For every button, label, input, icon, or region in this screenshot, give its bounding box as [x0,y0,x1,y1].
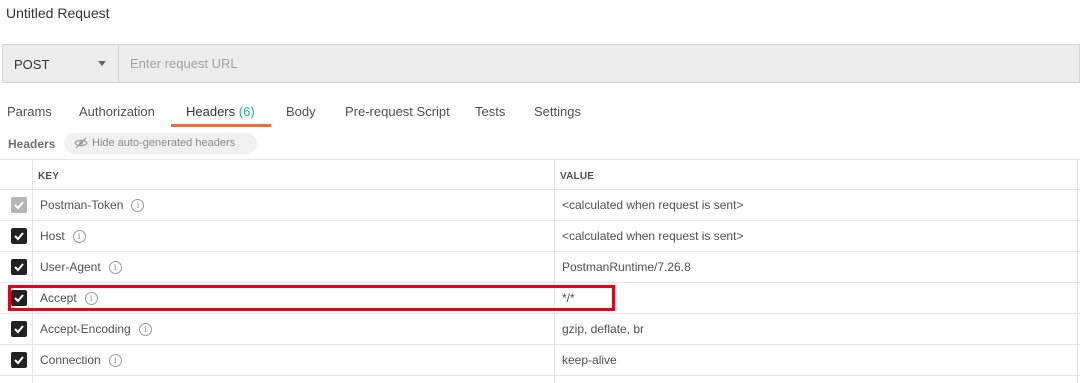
hide-auto-generated-headers-button[interactable]: Hide auto-generated headers [64,133,257,154]
tab-headers-count: (6) [238,104,255,119]
checkmark-icon [14,201,24,210]
tab-headers-label: Headers [186,104,236,119]
hide-auto-generated-headers-label: Hide auto-generated headers [92,137,236,149]
info-icon[interactable]: i [108,354,122,367]
request-title[interactable]: Untitled Request [6,5,110,21]
header-value[interactable]: <calculated when request is sent> [562,229,743,243]
header-key-text: Accept-Encoding [40,322,131,336]
table-row: Accept-Encoding i gzip, deflate, br [0,314,1080,345]
tab-body[interactable]: Body [286,104,316,119]
checkmark-icon [14,263,24,272]
header-key-text: User-Agent [40,260,101,274]
checkmark-icon [14,325,24,334]
header-key-text: Postman-Token [40,198,124,212]
header-key[interactable]: Postman-Token i [40,198,145,212]
column-divider [32,159,33,383]
row-checkbox[interactable] [11,228,27,244]
checkmark-icon [14,232,24,241]
column-divider [1077,159,1078,383]
url-bar: POST [2,44,1080,83]
info-icon[interactable]: i [131,199,145,212]
row-checkbox[interactable] [11,321,27,337]
info-icon[interactable]: i [72,230,86,243]
header-key-text: Host [40,229,65,243]
active-tab-indicator [171,124,271,127]
table-header-row: KEY VALUE [0,159,1080,190]
row-checkbox[interactable] [11,352,27,368]
header-key[interactable]: Host i [40,229,86,243]
tab-pre-request-script[interactable]: Pre-request Script [345,104,450,119]
eye-slash-icon [74,137,88,149]
table-row: Connection i keep-alive [0,345,1080,376]
column-header-key: KEY [38,171,60,182]
checkmark-icon [14,356,24,365]
table-row: Postman-Token i <calculated when request … [0,190,1080,221]
header-value[interactable]: <calculated when request is sent> [562,198,743,212]
header-value[interactable]: gzip, deflate, br [562,322,644,336]
header-key[interactable]: Accept-Encoding i [40,322,152,336]
header-value[interactable]: PostmanRuntime/7.26.8 [562,260,691,274]
header-key[interactable]: User-Agent i [40,260,122,274]
row-checkbox[interactable] [11,197,27,213]
table-row: User-Agent i PostmanRuntime/7.26.8 [0,252,1080,283]
info-icon[interactable]: i [138,323,152,336]
headers-table: KEY VALUE Postman-Token i <calculated whe… [0,159,1080,383]
row-checkbox[interactable] [11,259,27,275]
url-input[interactable] [120,45,1080,82]
table-row: Host i <calculated when request is sent> [0,221,1080,252]
chevron-down-icon [98,61,106,66]
header-key[interactable]: Connection i [40,353,122,367]
header-key-text: Connection [40,353,101,367]
column-divider [554,159,555,383]
tab-settings[interactable]: Settings [534,104,581,119]
tab-headers[interactable]: Headers (6) [186,104,255,119]
tab-tests[interactable]: Tests [475,104,505,119]
accept-row-highlight [8,285,615,311]
tab-params[interactable]: Params [7,104,52,119]
header-value[interactable]: keep-alive [562,353,617,367]
column-header-value: VALUE [560,171,595,182]
headers-section-label: Headers [8,137,56,151]
method-label: POST [14,57,50,72]
tab-authorization[interactable]: Authorization [79,104,155,119]
method-select[interactable]: POST [3,45,119,82]
info-icon[interactable]: i [108,261,122,274]
